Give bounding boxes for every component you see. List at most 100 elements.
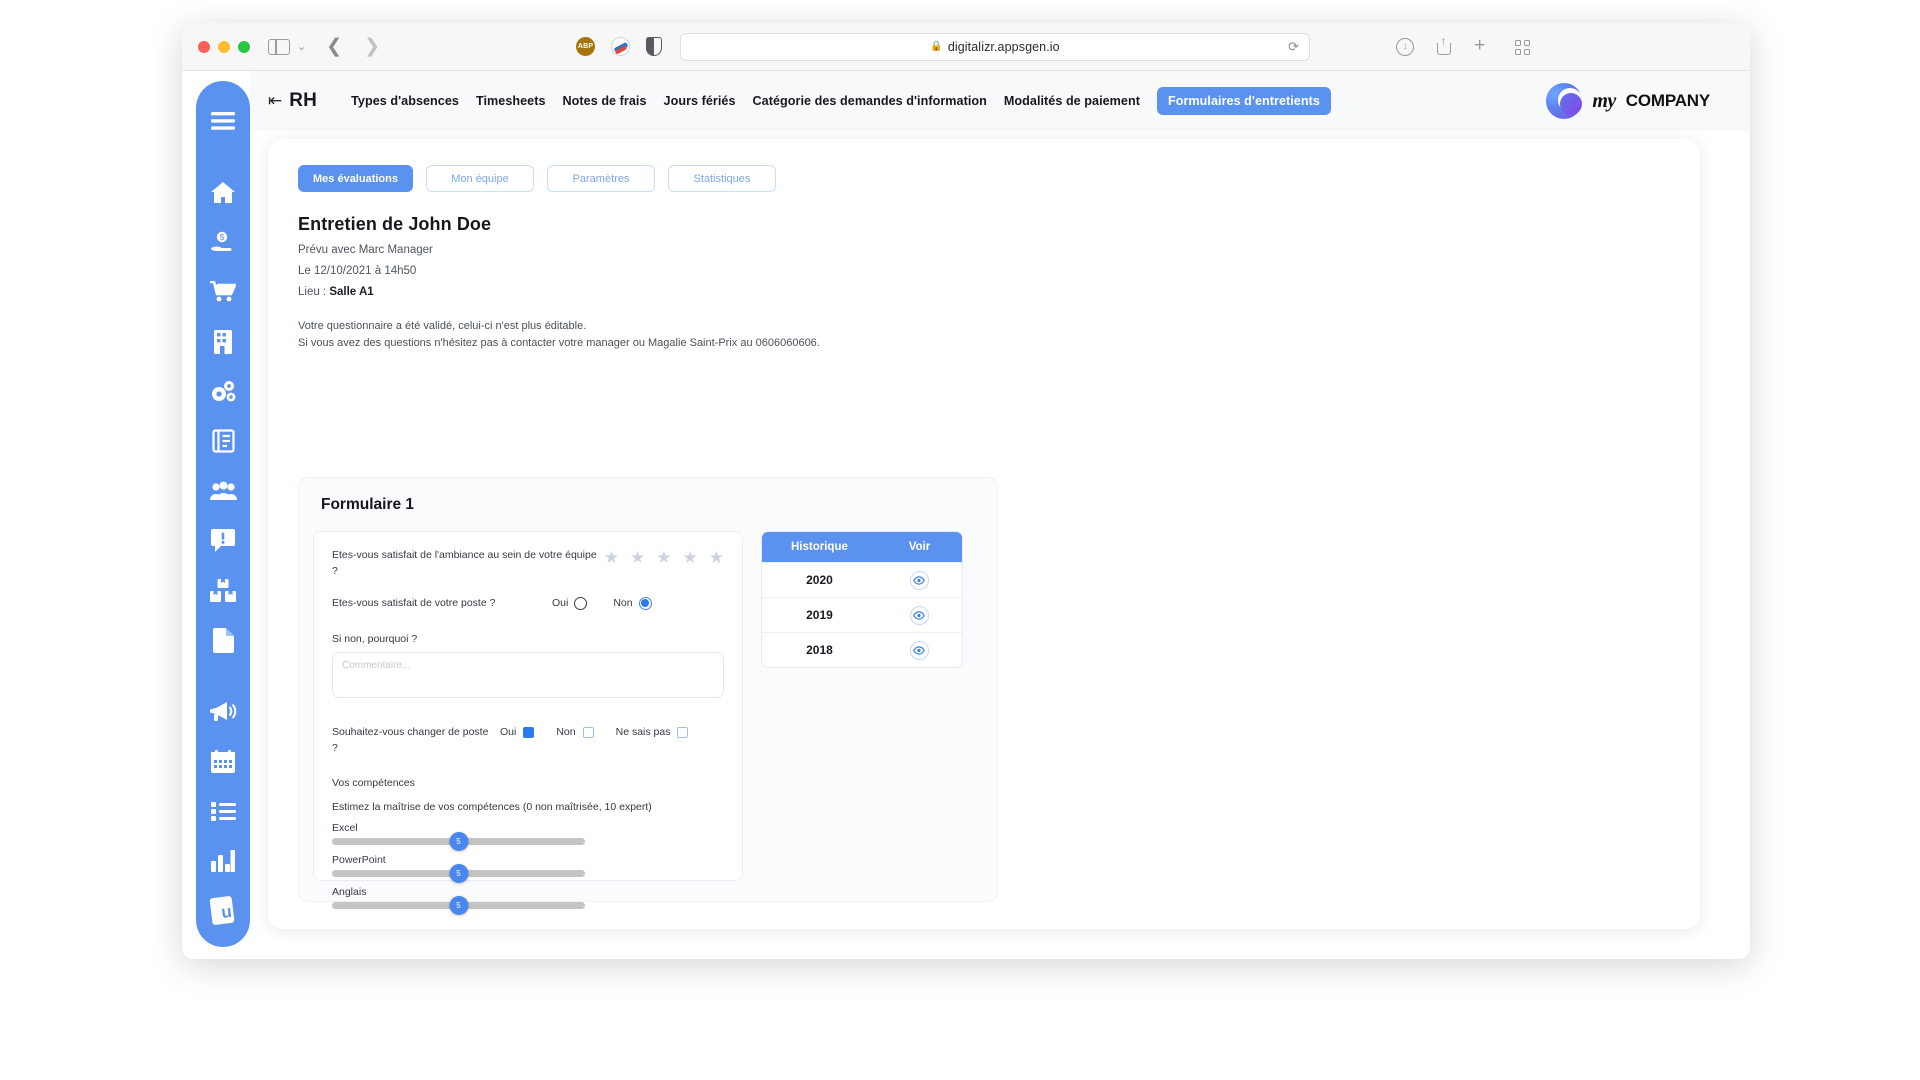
share-icon[interactable] bbox=[1437, 35, 1452, 55]
skill-anglais-label: Anglais bbox=[332, 885, 367, 898]
app-viewport: $ u ⇥ RH Types d'absences Timesheets Not… bbox=[182, 71, 1750, 959]
tab-statistiques[interactable]: Statistiques bbox=[667, 165, 776, 192]
tab-mes-evaluations[interactable]: Mes évaluations bbox=[298, 165, 413, 192]
star-5-icon[interactable]: ★ bbox=[709, 549, 724, 566]
sidebar-item-app-logo[interactable]: u bbox=[203, 892, 243, 929]
tab-parametres[interactable]: Paramètres bbox=[546, 165, 655, 192]
reload-icon[interactable]: ⟳ bbox=[1288, 39, 1299, 55]
skill-excel-slider[interactable]: 5 bbox=[332, 831, 585, 851]
skill-powerpoint-knob[interactable]: 5 bbox=[449, 863, 468, 883]
minimize-window-button[interactable] bbox=[218, 40, 230, 53]
question-changer-poste: Souhaitez-vous changer de poste ? Oui No… bbox=[332, 725, 724, 757]
users-group-icon bbox=[209, 481, 237, 501]
history-table: Historique Voir 2020 2019 2018 bbox=[761, 531, 963, 668]
close-window-button[interactable] bbox=[198, 40, 210, 53]
eye-icon[interactable] bbox=[909, 605, 929, 625]
sidebar-item-calendar[interactable] bbox=[203, 743, 243, 780]
skill-excel: Excel 5 bbox=[332, 822, 724, 851]
history-year: 2019 bbox=[806, 608, 833, 622]
history-column-historique: Historique bbox=[791, 541, 848, 553]
nav-link-modalites-de-paiement[interactable]: Modalités de paiement bbox=[1004, 94, 1140, 108]
checkbox-option-ne-sais-pas[interactable]: Ne sais pas bbox=[616, 726, 689, 738]
window-controls bbox=[198, 40, 250, 53]
nav-link-jours-feries[interactable]: Jours fériés bbox=[664, 94, 736, 108]
back-arrow-icon[interactable]: ❮ bbox=[326, 35, 342, 58]
app-back-icon[interactable]: ⇥ bbox=[268, 91, 282, 111]
competences-section: Vos compétences Estimez la maîtrise de v… bbox=[332, 777, 724, 915]
sidebar-item-employees[interactable] bbox=[203, 473, 243, 510]
radio-option-non[interactable]: Non bbox=[613, 596, 652, 610]
checkbox-option-non[interactable]: Non bbox=[556, 726, 594, 739]
address-bar[interactable]: 🔒 digitalizr.appsgen.io ⟳ bbox=[680, 32, 1311, 61]
lock-icon: 🔒 bbox=[930, 41, 943, 52]
skill-anglais-slider[interactable]: 5 bbox=[332, 895, 585, 915]
question-poste: Etes-vous satisfait de votre poste ? Oui… bbox=[332, 596, 724, 612]
comment-textarea[interactable] bbox=[332, 652, 724, 699]
skill-anglais-knob[interactable]: 5 bbox=[449, 895, 468, 915]
nav-link-notes-de-frais[interactable]: Notes de frais bbox=[563, 94, 647, 108]
sidebar-item-files[interactable] bbox=[203, 622, 243, 659]
skill-powerpoint-slider[interactable]: 5 bbox=[332, 863, 585, 883]
sidebar-item-purchases[interactable] bbox=[203, 274, 243, 311]
sidebar-item-announcements[interactable] bbox=[203, 694, 243, 731]
checkbox-option-oui-label: Oui bbox=[500, 726, 517, 739]
history-column-voir: Voir bbox=[908, 541, 931, 553]
history-year: 2020 bbox=[806, 573, 833, 587]
sidebar-item-lists[interactable] bbox=[203, 793, 243, 830]
nav-link-timesheets[interactable]: Timesheets bbox=[476, 94, 546, 108]
checkbox-non-input[interactable] bbox=[582, 726, 594, 738]
nav-link-categorie-demandes[interactable]: Catégorie des demandes d'information bbox=[753, 94, 987, 108]
radio-option-oui[interactable]: Oui bbox=[552, 596, 588, 610]
adblock-plus-icon[interactable]: ABP bbox=[576, 37, 596, 56]
extension-circle-icon[interactable] bbox=[611, 37, 631, 56]
sidebar-item-alerts[interactable] bbox=[203, 523, 243, 560]
skill-excel-knob[interactable]: 5 bbox=[449, 831, 468, 851]
nav-link-types-dabsences[interactable]: Types d'absences bbox=[351, 94, 459, 108]
new-tab-icon[interactable]: + bbox=[1474, 36, 1492, 56]
chevron-down-icon[interactable]: ⌄ bbox=[297, 40, 306, 53]
skill-powerpoint-label: PowerPoint bbox=[332, 853, 386, 866]
radio-non-input[interactable] bbox=[638, 596, 652, 610]
validation-notice: Votre questionnaire a été validé, celui-… bbox=[268, 298, 1700, 352]
checkbox-ne-sais-pas-input[interactable] bbox=[677, 726, 689, 738]
eye-icon[interactable] bbox=[909, 570, 929, 590]
download-icon[interactable]: ↓ bbox=[1396, 37, 1415, 56]
interview-meta: Entretien de John Doe Prévu avec Marc Ma… bbox=[268, 192, 1700, 298]
sidebar-item-documents[interactable] bbox=[203, 423, 243, 460]
company-logo-name: COMPANY bbox=[1625, 91, 1710, 110]
checkbox-oui-input[interactable] bbox=[523, 726, 535, 738]
checkbox-option-oui[interactable]: Oui bbox=[500, 726, 535, 739]
sidebar-item-settings[interactable] bbox=[203, 373, 243, 410]
sidebar-item-menu[interactable] bbox=[203, 103, 243, 140]
checkbox-option-non-label: Non bbox=[556, 726, 576, 739]
star-4-icon[interactable]: ★ bbox=[683, 549, 698, 566]
sidebar-item-inventory[interactable] bbox=[203, 572, 243, 609]
sidebar-item-company[interactable] bbox=[203, 324, 243, 361]
question-ambiance: Etes-vous satisfait de l'ambiance au sei… bbox=[332, 548, 724, 580]
sidebar-item-home[interactable] bbox=[203, 175, 243, 212]
star-2-icon[interactable]: ★ bbox=[630, 549, 645, 566]
checkbox-option-ne-sais-pas-label: Ne sais pas bbox=[615, 726, 671, 739]
main-nav: Types d'absences Timesheets Notes de fra… bbox=[351, 87, 1331, 115]
sidebar-item-reports[interactable] bbox=[203, 843, 243, 880]
interview-with: Prévu avec Marc Manager bbox=[298, 244, 433, 256]
eye-icon[interactable] bbox=[909, 640, 929, 660]
interview-datetime: Le 12/10/2021 à 14h50 bbox=[298, 265, 417, 277]
star-3-icon[interactable]: ★ bbox=[656, 549, 671, 566]
tab-mon-equipe[interactable]: Mon équipe bbox=[425, 165, 534, 192]
radio-oui-input[interactable] bbox=[574, 596, 588, 610]
sidebar-toggle-icon[interactable] bbox=[268, 38, 290, 55]
left-sidebar: $ u bbox=[196, 81, 250, 947]
star-1-icon[interactable]: ★ bbox=[604, 549, 619, 566]
privacy-shield-icon[interactable] bbox=[646, 37, 663, 56]
tab-overview-icon[interactable] bbox=[1515, 40, 1531, 55]
location-label: Lieu : bbox=[298, 286, 330, 298]
forward-arrow-icon[interactable]: ❯ bbox=[364, 35, 380, 58]
history-year: 2018 bbox=[806, 643, 833, 657]
notice-line-1: Votre questionnaire a été validé, celui-… bbox=[298, 320, 587, 332]
maximize-window-button[interactable] bbox=[238, 40, 250, 53]
star-rating[interactable]: ★ ★ ★ ★ ★ bbox=[604, 548, 724, 566]
sidebar-item-finance[interactable]: $ bbox=[203, 224, 243, 261]
hamburger-menu-icon bbox=[211, 112, 235, 131]
nav-link-formulaires-dentretients[interactable]: Formulaires d'entretients bbox=[1156, 87, 1331, 115]
